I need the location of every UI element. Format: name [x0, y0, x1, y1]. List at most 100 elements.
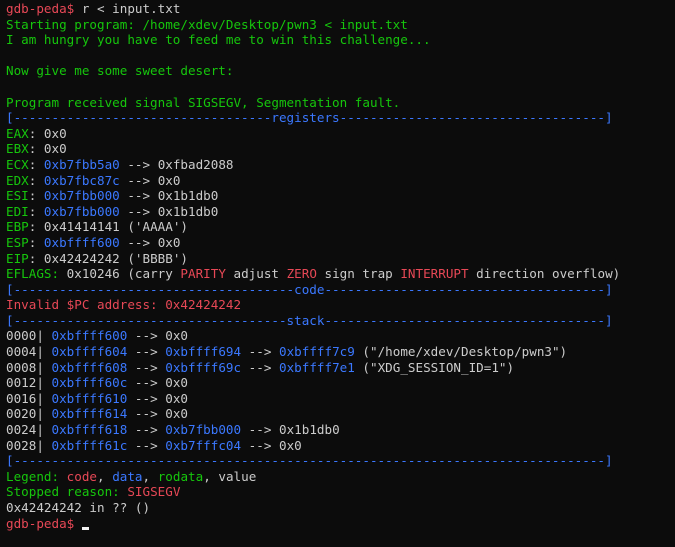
- eflags-line: EFLAGS: 0x10246 (carry PARITY adjust ZER…: [6, 266, 621, 282]
- register-value: 0x42424242: [43, 250, 120, 266]
- stack-chain-part: ("/home/xdev/Desktop/pwn3"): [354, 344, 568, 360]
- legend-code: code: [66, 468, 98, 484]
- register-edx: EDX: 0xb7fbc87c --> 0x0: [6, 172, 181, 188]
- register-ebp: EBP: 0x41414141 ('AAAA'): [6, 219, 189, 235]
- register-name: EIP: [6, 250, 29, 266]
- register-value: 0x41414141: [43, 219, 120, 235]
- register-target: 0x1b1db0: [157, 188, 219, 204]
- stack-chain-part: 0x0: [165, 390, 189, 406]
- stack-address: 0xbffff604: [51, 344, 128, 360]
- stack-chain-part: -->: [241, 422, 280, 438]
- register-value: 0x0: [43, 141, 67, 157]
- stack-chain-part: -->: [127, 437, 166, 453]
- register-value: 0xb7fbb000: [43, 203, 120, 219]
- stack-row: 0012| 0xbffff60c --> 0x0: [6, 375, 675, 391]
- stack-chain-part: 0xbffff7e1: [279, 359, 355, 375]
- register-esp: ESP: 0xbffff600 --> 0x0: [6, 234, 181, 250]
- stopped-reason-line: Stopped reason: SIGSEGV: [6, 484, 181, 500]
- stack-chain-part: -->: [241, 344, 280, 360]
- stack-chain-part: -->: [241, 437, 280, 453]
- stack-chain-part: ("XDG_SESSION_ID=1"): [354, 359, 515, 375]
- stack-offset: 0012|: [6, 375, 44, 391]
- flag-zero: ZERO: [286, 266, 317, 282]
- stack-chain-part: 0x0: [165, 406, 189, 422]
- stack-row: 0004| 0xbffff604 --> 0xbffff694 --> 0xbf…: [6, 344, 675, 360]
- stack-chain-part: -->: [127, 422, 166, 438]
- stack-chain-part: 0xb7fffc04: [165, 437, 242, 453]
- prompt-line: gdb-peda$ r < input.txt: [6, 1, 675, 17]
- stack-offset: 0024|: [6, 422, 44, 438]
- prompt-line-active[interactable]: gdb-peda$: [6, 516, 675, 532]
- legend-rodata: rodata: [157, 468, 204, 484]
- stack-address: 0xbffff60c: [51, 375, 128, 391]
- stack-chain-part: 0xbffff69c: [165, 359, 242, 375]
- stack-chain-part: 0xb7fbb000: [165, 422, 242, 438]
- gdb-prompt: gdb-peda$: [6, 515, 75, 531]
- starting-program-line: Starting program: /home/xdev/Desktop/pwn…: [6, 16, 408, 32]
- stack-row: 0020| 0xbffff614 --> 0x0: [6, 406, 675, 422]
- stack-chain-part: -->: [127, 328, 166, 344]
- legend-value: value: [218, 468, 257, 484]
- stack-address: 0xbffff61c: [51, 437, 128, 453]
- stack-offset: 0004|: [6, 344, 44, 360]
- stack-chain-part: -->: [241, 359, 280, 375]
- register-ebx: EBX: 0x0: [6, 141, 67, 157]
- stack-chain-part: -->: [127, 359, 166, 375]
- pointer-arrow: -->: [127, 234, 151, 250]
- text-cursor: [81, 526, 89, 530]
- stack-row: 0024| 0xbffff618 --> 0xb7fbb000 --> 0x1b…: [6, 422, 675, 438]
- command-input[interactable]: [74, 516, 82, 531]
- end-separator: [---------------------------------------…: [6, 453, 613, 469]
- program-output-sweet: Now give me some sweet desert:: [6, 63, 234, 79]
- stack-chain-part: 0xbffff7c9: [279, 344, 355, 360]
- stack-offset: 0016|: [6, 390, 44, 406]
- stack-address: 0xbffff614: [51, 406, 128, 422]
- stack-chain-part: -->: [127, 344, 166, 360]
- gdb-prompt: gdb-peda$: [6, 1, 75, 16]
- program-output-hungry: I am hungry you have to feed me to win t…: [6, 32, 431, 48]
- stack-row: 0000| 0xbffff600 --> 0x0: [6, 328, 675, 344]
- code-separator: [-------------------------------------co…: [6, 281, 613, 297]
- stack-chain-part: 0x0: [279, 437, 302, 453]
- register-name: ESI: [6, 188, 29, 204]
- register-value: 0xb7fbb5a0: [43, 156, 120, 172]
- registers-block: EAX: 0x0 EBX: 0x0 ECX: 0xb7fbb5a0 --> 0xfb…: [6, 126, 675, 266]
- register-name: ECX: [6, 156, 29, 172]
- register-value: 0x0: [43, 125, 67, 141]
- flag-parity: PARITY: [180, 266, 226, 282]
- stack-chain-part: 0x0: [165, 328, 189, 344]
- stack-row: 0008| 0xbffff608 --> 0xbffff69c --> 0xbf…: [6, 360, 675, 376]
- register-value: 0xb7fbc87c: [43, 172, 120, 188]
- stack-chain-part: 0x1b1db0: [279, 422, 340, 438]
- stack-address: 0xbffff610: [51, 390, 128, 406]
- register-string: ('AAAA'): [127, 219, 189, 235]
- register-eip: EIP: 0x42424242 ('BBBB'): [6, 250, 189, 266]
- register-target: 0x0: [157, 172, 181, 188]
- register-esi: ESI: 0xb7fbb000 --> 0x1b1db0: [6, 188, 219, 204]
- register-value: 0xb7fbb000: [43, 188, 120, 204]
- stack-offset: 0008|: [6, 359, 44, 375]
- stack-offset: 0020|: [6, 406, 44, 422]
- register-name: EDX: [6, 172, 29, 188]
- terminal-window[interactable]: gdb-peda$ r < input.txt Starting program…: [0, 0, 675, 547]
- stack-chain-part: 0xbffff694: [165, 344, 242, 360]
- pointer-arrow: -->: [127, 156, 151, 172]
- register-name: EDI: [6, 203, 29, 219]
- register-name: EAX: [6, 125, 29, 141]
- register-string: ('BBBB'): [127, 250, 189, 266]
- register-name: EBX: [6, 141, 29, 157]
- invalid-pc-line: Invalid $PC address: 0x42424242: [6, 297, 242, 313]
- stack-block: 0000| 0xbffff600 --> 0x0 0004| 0xbffff604…: [6, 328, 675, 453]
- stack-chain-part: -->: [127, 375, 166, 391]
- signal-line: Program received signal SIGSEGV, Segment…: [6, 94, 401, 110]
- stack-separator: [------------------------------------sta…: [6, 312, 613, 328]
- pointer-arrow: -->: [127, 203, 151, 219]
- stack-chain-part: 0x0: [165, 375, 189, 391]
- stack-chain-part: -->: [127, 406, 166, 422]
- register-name: ESP: [6, 234, 29, 250]
- stack-offset: 0000|: [6, 328, 44, 344]
- legend-data: data: [112, 468, 143, 484]
- register-name: EBP: [6, 219, 29, 235]
